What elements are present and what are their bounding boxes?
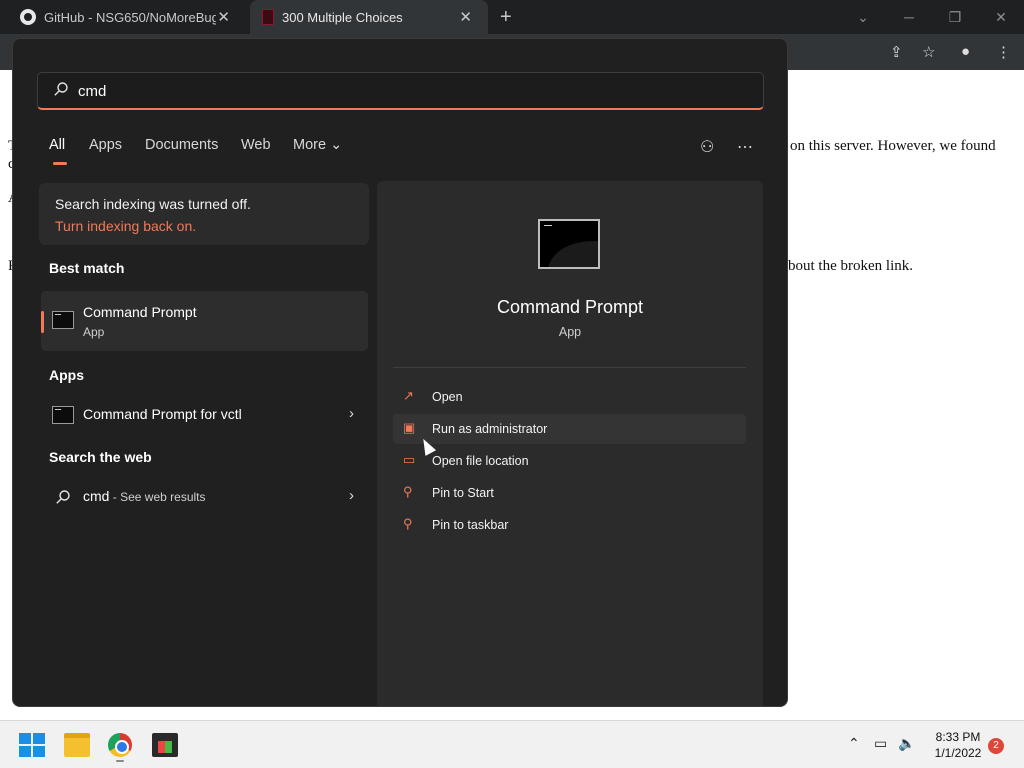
start-button[interactable]: [19, 733, 45, 757]
page-favicon-icon: [262, 9, 274, 25]
action-pin-to-start[interactable]: ⚲ Pin to Start: [393, 478, 746, 508]
chrome-icon[interactable]: [108, 733, 132, 757]
indexing-off-text: Search indexing was turned off.: [55, 196, 251, 212]
microsoft-store-icon[interactable]: [152, 733, 178, 757]
windows-logo-icon: [19, 733, 31, 744]
account-switch-icon[interactable]: ⚇: [700, 137, 714, 157]
indexing-notice: Search indexing was turned off. Turn ind…: [39, 183, 369, 245]
best-match-header: Best match: [49, 260, 125, 276]
divider: [393, 367, 746, 368]
bookmark-star-icon[interactable]: ☆: [922, 43, 935, 61]
chevron-right-icon[interactable]: ›: [349, 487, 354, 504]
action-label: Run as administrator: [432, 422, 548, 436]
running-indicator: [116, 760, 124, 762]
file-explorer-icon[interactable]: [64, 733, 90, 757]
close-tab-icon[interactable]: ✕: [217, 8, 230, 26]
browser-tab-bar: GitHub - NSG650/NoMoreBugC ✕ 300 Multipl…: [0, 0, 1024, 34]
open-external-icon: ↗: [403, 388, 414, 403]
tab-title: GitHub - NSG650/NoMoreBugC: [44, 9, 216, 25]
action-run-as-administrator[interactable]: ▣ Run as administrator: [393, 414, 746, 444]
tab-more[interactable]: More ⌄: [293, 137, 342, 153]
tab-search-icon[interactable]: ⌄: [840, 9, 886, 26]
chevron-right-icon[interactable]: ›: [349, 405, 354, 422]
best-match-item[interactable]: Command Prompt App: [41, 291, 368, 351]
network-icon[interactable]: ▭: [874, 735, 887, 752]
tab-github[interactable]: GitHub - NSG650/NoMoreBugC ✕: [8, 0, 246, 34]
action-open[interactable]: ↗ Open: [393, 382, 746, 412]
search-box[interactable]: [37, 72, 764, 110]
action-label: Pin to Start: [432, 486, 494, 500]
web-result-label: cmd - See web results: [83, 488, 206, 504]
github-icon: [20, 9, 36, 25]
web-query: cmd: [83, 488, 110, 504]
start-search-flyout: All Apps Documents Web More ⌄ ⚇ ⋯ Search…: [12, 38, 788, 707]
action-pin-to-taskbar[interactable]: ⚲ Pin to taskbar: [393, 510, 746, 540]
folder-icon: ▭: [403, 452, 416, 467]
close-tab-icon[interactable]: ✕: [459, 8, 472, 26]
details-title: Command Prompt: [496, 297, 644, 317]
search-icon: [54, 82, 68, 96]
search-icon: [56, 490, 70, 504]
window-controls: ⌄ ─ ❐ ✕: [840, 0, 1024, 34]
page-text: on this server. However, we found: [790, 138, 996, 154]
details-pane: Command Prompt App ↗ Open ▣ Run as admin…: [377, 181, 763, 706]
web-results-suffix: - See web results: [109, 490, 206, 504]
new-tab-button[interactable]: +: [500, 6, 512, 29]
tab-multiple-choices[interactable]: 300 Multiple Choices ✕: [250, 0, 488, 34]
clock[interactable]: 8:33 PM 1/1/2022: [926, 729, 990, 761]
volume-icon[interactable]: 🔈: [898, 735, 915, 752]
tab-web[interactable]: Web: [241, 137, 271, 153]
profile-icon[interactable]: ●: [961, 43, 970, 60]
search-input[interactable]: [78, 79, 738, 103]
web-result-item[interactable]: cmd - See web results ›: [41, 479, 368, 515]
best-match-title: Command Prompt: [83, 304, 197, 320]
app-result-title: Command Prompt for vctl: [83, 406, 242, 422]
restore-button[interactable]: ❐: [932, 9, 978, 26]
action-label: Open file location: [432, 454, 529, 468]
command-prompt-icon: [52, 311, 74, 329]
action-open-file-location[interactable]: ▭ Open file location: [393, 446, 746, 476]
active-tab-indicator: [53, 162, 67, 165]
app-result-item[interactable]: Command Prompt for vctl ›: [41, 397, 368, 433]
selection-indicator: [41, 311, 44, 333]
pin-icon: ⚲: [403, 516, 413, 531]
action-label: Open: [432, 390, 463, 404]
tab-documents[interactable]: Documents: [145, 137, 218, 153]
pin-icon: ⚲: [403, 484, 413, 499]
date: 1/1/2022: [934, 746, 982, 760]
share-icon[interactable]: ⇪: [890, 43, 903, 61]
browser-menu-icon[interactable]: ⋮: [996, 43, 1011, 61]
action-label: Pin to taskbar: [432, 518, 509, 532]
more-options-icon[interactable]: ⋯: [737, 137, 753, 157]
best-match-type: App: [83, 325, 105, 339]
command-prompt-icon: [52, 406, 74, 424]
turn-indexing-on-link[interactable]: Turn indexing back on.: [55, 218, 196, 234]
shield-icon: ▣: [403, 420, 416, 435]
chevron-up-icon[interactable]: ⌃: [848, 735, 860, 752]
close-window-button[interactable]: ✕: [978, 9, 1024, 26]
minimize-button[interactable]: ─: [886, 9, 932, 25]
details-type: App: [558, 325, 582, 339]
tab-apps[interactable]: Apps: [89, 137, 122, 153]
search-web-header: Search the web: [49, 449, 152, 465]
time: 8:33 PM: [935, 730, 981, 744]
taskbar: ⌃ ▭ 🔈 8:33 PM 1/1/2022 2: [0, 720, 1024, 768]
command-prompt-large-icon: [538, 219, 600, 269]
page-text: bout the broken link.: [788, 258, 913, 274]
tab-all[interactable]: All: [49, 137, 65, 153]
notification-badge[interactable]: 2: [988, 738, 1004, 754]
apps-header: Apps: [49, 367, 84, 383]
tab-title: 300 Multiple Choices: [282, 9, 403, 25]
